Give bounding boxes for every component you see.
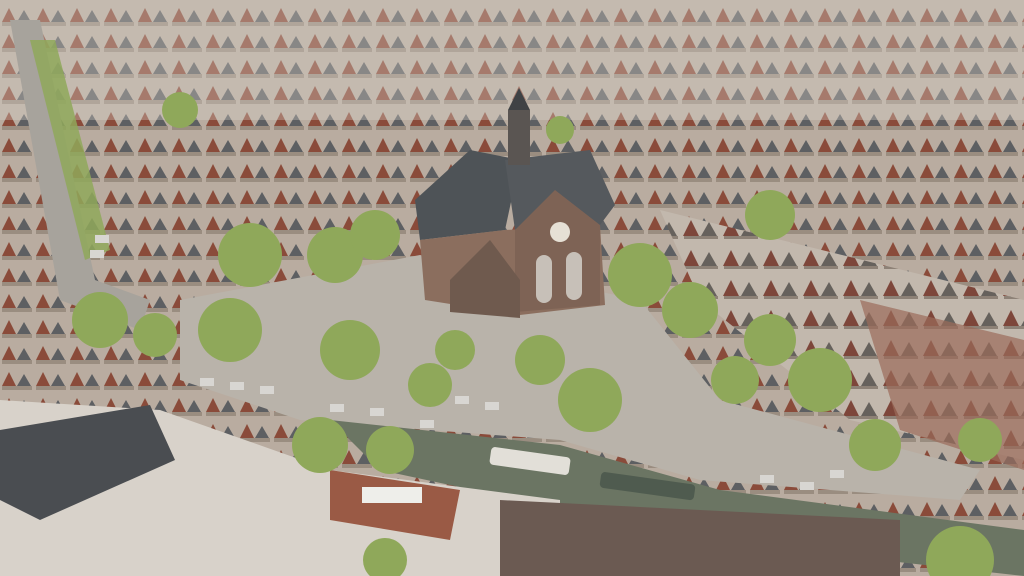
aerial-photo (0, 0, 1024, 576)
foreground-skylight (362, 487, 422, 503)
church-clock (550, 222, 570, 242)
church-window (566, 252, 582, 300)
church-window (536, 255, 552, 303)
church-tower (508, 110, 530, 165)
